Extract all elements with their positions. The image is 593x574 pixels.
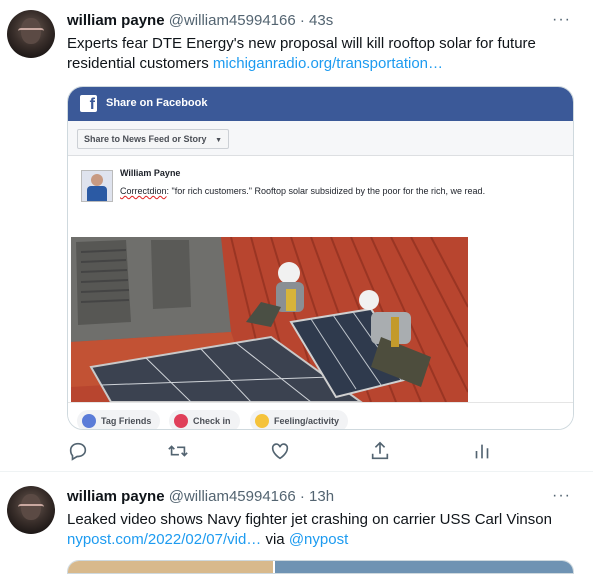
analytics-icon[interactable] — [471, 440, 493, 462]
facebook-icon: f — [80, 95, 97, 113]
dropdown-label: Share to News Feed or Story — [84, 134, 207, 144]
media-preview[interactable] — [67, 560, 574, 574]
via-label: via — [265, 531, 285, 548]
retweet-icon[interactable] — [167, 440, 189, 462]
check-in-button[interactable]: Check in — [169, 410, 240, 429]
chevron-down-icon: ▼ — [215, 137, 222, 144]
more-options-icon[interactable]: ··· — [552, 487, 571, 505]
more-options-icon[interactable]: ··· — [552, 11, 571, 29]
tweet-link[interactable]: michiganradio.org/transportation… — [213, 55, 443, 72]
tweet-header: william payne @william45994166 · 43s — [67, 12, 333, 29]
fb-profile-body — [87, 186, 107, 201]
media-card[interactable]: f Share on Facebook Share to News Feed o… — [67, 86, 574, 430]
author-name[interactable]: william payne — [67, 12, 165, 29]
tag-friends-icon — [82, 414, 96, 428]
location-pin-icon — [174, 414, 188, 428]
feeling-activity-label: Feeling/activity — [274, 416, 340, 426]
like-icon[interactable] — [269, 440, 291, 462]
tweet-body: Leaked video shows Navy fighter jet cras… — [67, 511, 552, 528]
share-icon[interactable] — [369, 440, 391, 462]
fb-message-text: : "for rich customers." Rooftop solar su… — [166, 186, 486, 196]
media-preview-right — [275, 561, 573, 573]
author-name[interactable]: william payne — [67, 488, 165, 505]
share-destination-dropdown[interactable]: Share to News Feed or Story ▼ — [77, 129, 229, 149]
tweet-text: Experts fear DTE Energy's new proposal w… — [67, 34, 567, 74]
avatar-glasses — [18, 504, 44, 514]
check-in-label: Check in — [193, 416, 231, 426]
tweet-time[interactable]: · 13h — [300, 488, 334, 505]
tweet-actions — [67, 440, 497, 462]
facebook-action-bar: Tag Friends Check in Feeling/activity — [68, 402, 573, 429]
tweet-time[interactable]: · 43s — [300, 12, 333, 29]
tag-friends-button[interactable]: Tag Friends — [77, 410, 161, 429]
via-handle[interactable]: @nypost — [289, 531, 348, 548]
smiley-icon — [255, 414, 269, 428]
facebook-header: f Share on Facebook — [68, 87, 573, 121]
fb-message: Correctdion: "for rich customers." Rooft… — [120, 186, 485, 196]
tweet-header: william payne @william45994166 · 13h — [67, 488, 334, 505]
media-preview-left — [68, 561, 273, 573]
feeling-activity-button[interactable]: Feeling/activity — [250, 410, 349, 429]
avatar-glasses — [18, 28, 44, 38]
author-handle[interactable]: @william45994166 — [169, 488, 296, 505]
tweet[interactable]: william payne @william45994166 · 43s ···… — [0, 0, 593, 470]
tweet[interactable]: william payne @william45994166 · 13h ···… — [0, 472, 593, 574]
tag-friends-label: Tag Friends — [101, 416, 152, 426]
reply-icon[interactable] — [67, 440, 89, 462]
fb-profile-picture — [81, 170, 113, 202]
fb-user-name: William Payne — [120, 168, 181, 178]
tweet-text: Leaked video shows Navy fighter jet cras… — [67, 510, 567, 550]
photo-illustration — [71, 237, 468, 402]
avatar[interactable] — [7, 486, 55, 534]
fb-misspelled-word: Correctdion — [120, 186, 167, 196]
facebook-share-target: Share to News Feed or Story ▼ — [68, 121, 573, 156]
author-handle[interactable]: @william45994166 — [169, 12, 296, 29]
fb-profile-head — [91, 174, 103, 186]
facebook-title: Share on Facebook — [106, 97, 208, 109]
solar-panel-photo[interactable] — [71, 237, 468, 402]
avatar[interactable] — [7, 10, 55, 58]
tweet-link[interactable]: nypost.com/2022/02/07/vid… — [67, 531, 261, 548]
